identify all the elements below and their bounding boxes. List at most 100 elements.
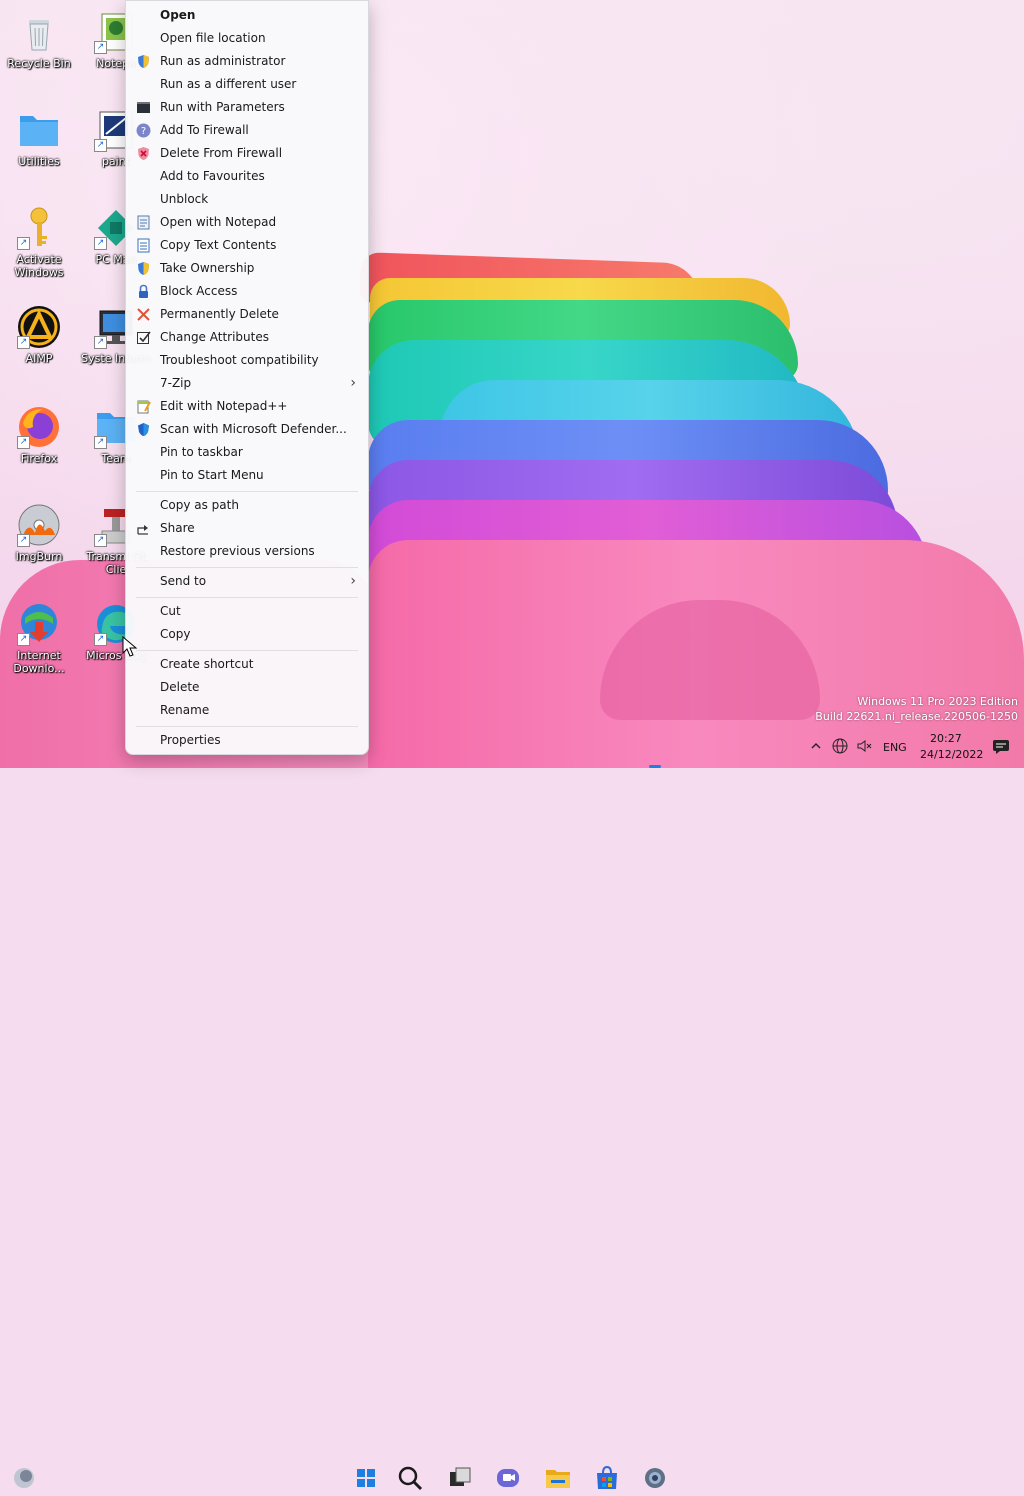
menu-item-send-to[interactable]: Send to ›	[130, 570, 364, 593]
taskbar: ENG 20:27 24/12/2022	[0, 728, 1024, 1491]
desktop-icon-activate-windows[interactable]: ↗ Activate Windows	[3, 206, 75, 279]
question-icon: ?	[136, 123, 151, 138]
shield-icon	[136, 54, 151, 69]
menu-item-delete[interactable]: Delete	[130, 676, 364, 699]
menu-item-cut[interactable]: Cut	[130, 600, 364, 623]
menu-item-block-access[interactable]: Block Access	[130, 280, 364, 303]
windows-build-watermark: Build 22621.ni_release.220506-1250	[815, 710, 1018, 723]
shortcut-arrow-icon: ↗	[17, 237, 30, 250]
menu-item-troubleshoot-compatibility[interactable]: Troubleshoot compatibility	[130, 349, 364, 372]
menu-item-run-as-administrator[interactable]: Run as administrator	[130, 50, 364, 73]
clock-time[interactable]: 20:27	[930, 732, 962, 745]
network-globe-icon[interactable]	[832, 738, 848, 754]
task-view-icon[interactable]	[446, 1464, 474, 1492]
chevron-up-icon[interactable]	[810, 740, 822, 752]
teams-chat-icon[interactable]	[494, 1464, 522, 1492]
windows-edition-watermark: Windows 11 Pro 2023 Edition	[857, 695, 1018, 708]
desktop-icon-internet-download-manager[interactable]: ↗ Internet Downlo...	[3, 602, 75, 675]
context-menu: Open Open file location Run as administr…	[125, 0, 369, 755]
menu-separator	[136, 567, 358, 568]
chevron-right-icon: ›	[350, 375, 356, 391]
x-icon	[136, 307, 151, 322]
menu-item-delete-from-firewall[interactable]: Delete From Firewall	[130, 142, 364, 165]
shortcut-arrow-icon: ↗	[94, 41, 107, 54]
desktop-icon-recycle-bin[interactable]: Recycle Bin	[3, 10, 75, 70]
menu-item-pin-to-start-menu[interactable]: Pin to Start Menu	[130, 464, 364, 487]
menu-item-rename[interactable]: Rename	[130, 699, 364, 722]
menu-item-run-as-different-user[interactable]: Run as a different user	[130, 73, 364, 96]
menu-item-pin-to-taskbar[interactable]: Pin to taskbar	[130, 441, 364, 464]
menu-item-copy[interactable]: Copy	[130, 623, 364, 646]
desktop-icon-firefox[interactable]: ↗ Firefox	[3, 405, 75, 465]
menu-item-label: Send to	[160, 574, 207, 588]
shortcut-arrow-icon: ↗	[94, 139, 107, 152]
menu-item-label: Open file location	[160, 31, 266, 45]
menu-item-label: Open	[160, 8, 196, 22]
desktop-icon-aimp[interactable]: ↗ AIMP	[3, 305, 75, 365]
menu-item-label: Pin to taskbar	[160, 445, 243, 459]
menu-item-label: Add to Favourites	[160, 169, 265, 183]
notepadpp-icon	[136, 399, 151, 414]
menu-item-take-ownership[interactable]: Take Ownership	[130, 257, 364, 280]
start-icon[interactable]	[352, 1464, 380, 1492]
terminal-icon	[136, 100, 151, 115]
recycle-bin-icon	[17, 10, 61, 54]
settings-icon[interactable]	[641, 1464, 669, 1492]
menu-item-copy-text-contents[interactable]: Copy Text Contents	[130, 234, 364, 257]
menu-item-create-shortcut[interactable]: Create shortcut	[130, 653, 364, 676]
shield-icon	[136, 261, 151, 276]
menu-item-label: Open with Notepad	[160, 215, 277, 229]
menu-item-add-to-favourites[interactable]: Add to Favourites	[130, 165, 364, 188]
desktop-icon-utilities[interactable]: Utilities	[3, 108, 75, 168]
menu-separator	[136, 491, 358, 492]
notepad-icon	[136, 215, 151, 230]
file-explorer-icon[interactable]	[544, 1464, 572, 1492]
shortcut-arrow-icon: ↗	[94, 534, 107, 547]
menu-separator	[136, 726, 358, 727]
shortcut-arrow-icon: ↗	[94, 336, 107, 349]
defender-icon	[136, 422, 151, 437]
menu-item-label: Edit with Notepad++	[160, 399, 288, 413]
desktop-icon-imgburn[interactable]: ↗ ImgBurn	[3, 503, 75, 563]
menu-item-scan-with-defender[interactable]: Scan with Microsoft Defender...	[130, 418, 364, 441]
share-icon	[136, 521, 151, 536]
menu-item-add-to-firewall[interactable]: ? Add To Firewall	[130, 119, 364, 142]
menu-item-7-zip[interactable]: 7-Zip ›	[130, 372, 364, 395]
menu-item-edit-with-notepadpp[interactable]: Edit with Notepad++	[130, 395, 364, 418]
menu-item-label: Block Access	[160, 284, 238, 298]
menu-item-open-with-notepad[interactable]: Open with Notepad	[130, 211, 364, 234]
desktop-icon-label: Utilities	[18, 155, 60, 168]
widgets-icon[interactable]	[10, 1464, 38, 1492]
store-icon[interactable]	[593, 1464, 621, 1492]
shortcut-arrow-icon: ↗	[17, 436, 30, 449]
menu-item-label: Copy as path	[160, 498, 239, 512]
menu-item-restore-previous-versions[interactable]: Restore previous versions	[130, 540, 364, 563]
clock-date[interactable]: 24/12/2022	[920, 748, 983, 761]
chevron-right-icon: ›	[350, 573, 356, 589]
volume-muted-icon[interactable]	[856, 738, 872, 754]
menu-item-share[interactable]: Share	[130, 517, 364, 540]
search-icon[interactable]	[396, 1464, 424, 1492]
menu-item-permanently-delete[interactable]: Permanently Delete	[130, 303, 364, 326]
desktop-icon-label: Recycle Bin	[7, 57, 71, 70]
menu-item-label: Troubleshoot compatibility	[160, 353, 319, 367]
menu-item-unblock[interactable]: Unblock	[130, 188, 364, 211]
aimp-icon: ↗	[17, 305, 61, 349]
menu-item-open[interactable]: Open	[130, 4, 364, 27]
lock-icon	[136, 284, 151, 299]
desktop-icon-label: AIMP	[25, 352, 53, 365]
menu-item-copy-as-path[interactable]: Copy as path	[130, 494, 364, 517]
checkbox-icon	[136, 330, 151, 345]
notification-center-icon[interactable]	[992, 739, 1010, 755]
menu-item-label: Delete	[160, 680, 200, 694]
menu-item-run-with-parameters[interactable]: Run with Parameters	[130, 96, 364, 119]
menu-item-label: Share	[160, 521, 195, 535]
menu-item-label: Create shortcut	[160, 657, 254, 671]
menu-item-change-attributes[interactable]: Change Attributes	[130, 326, 364, 349]
shortcut-arrow-icon: ↗	[17, 633, 30, 646]
shortcut-arrow-icon: ↗	[94, 436, 107, 449]
language-indicator[interactable]: ENG	[883, 741, 907, 754]
shortcut-arrow-icon: ↗	[94, 237, 107, 250]
menu-item-open-file-location[interactable]: Open file location	[130, 27, 364, 50]
menu-item-label: Unblock	[160, 192, 209, 206]
